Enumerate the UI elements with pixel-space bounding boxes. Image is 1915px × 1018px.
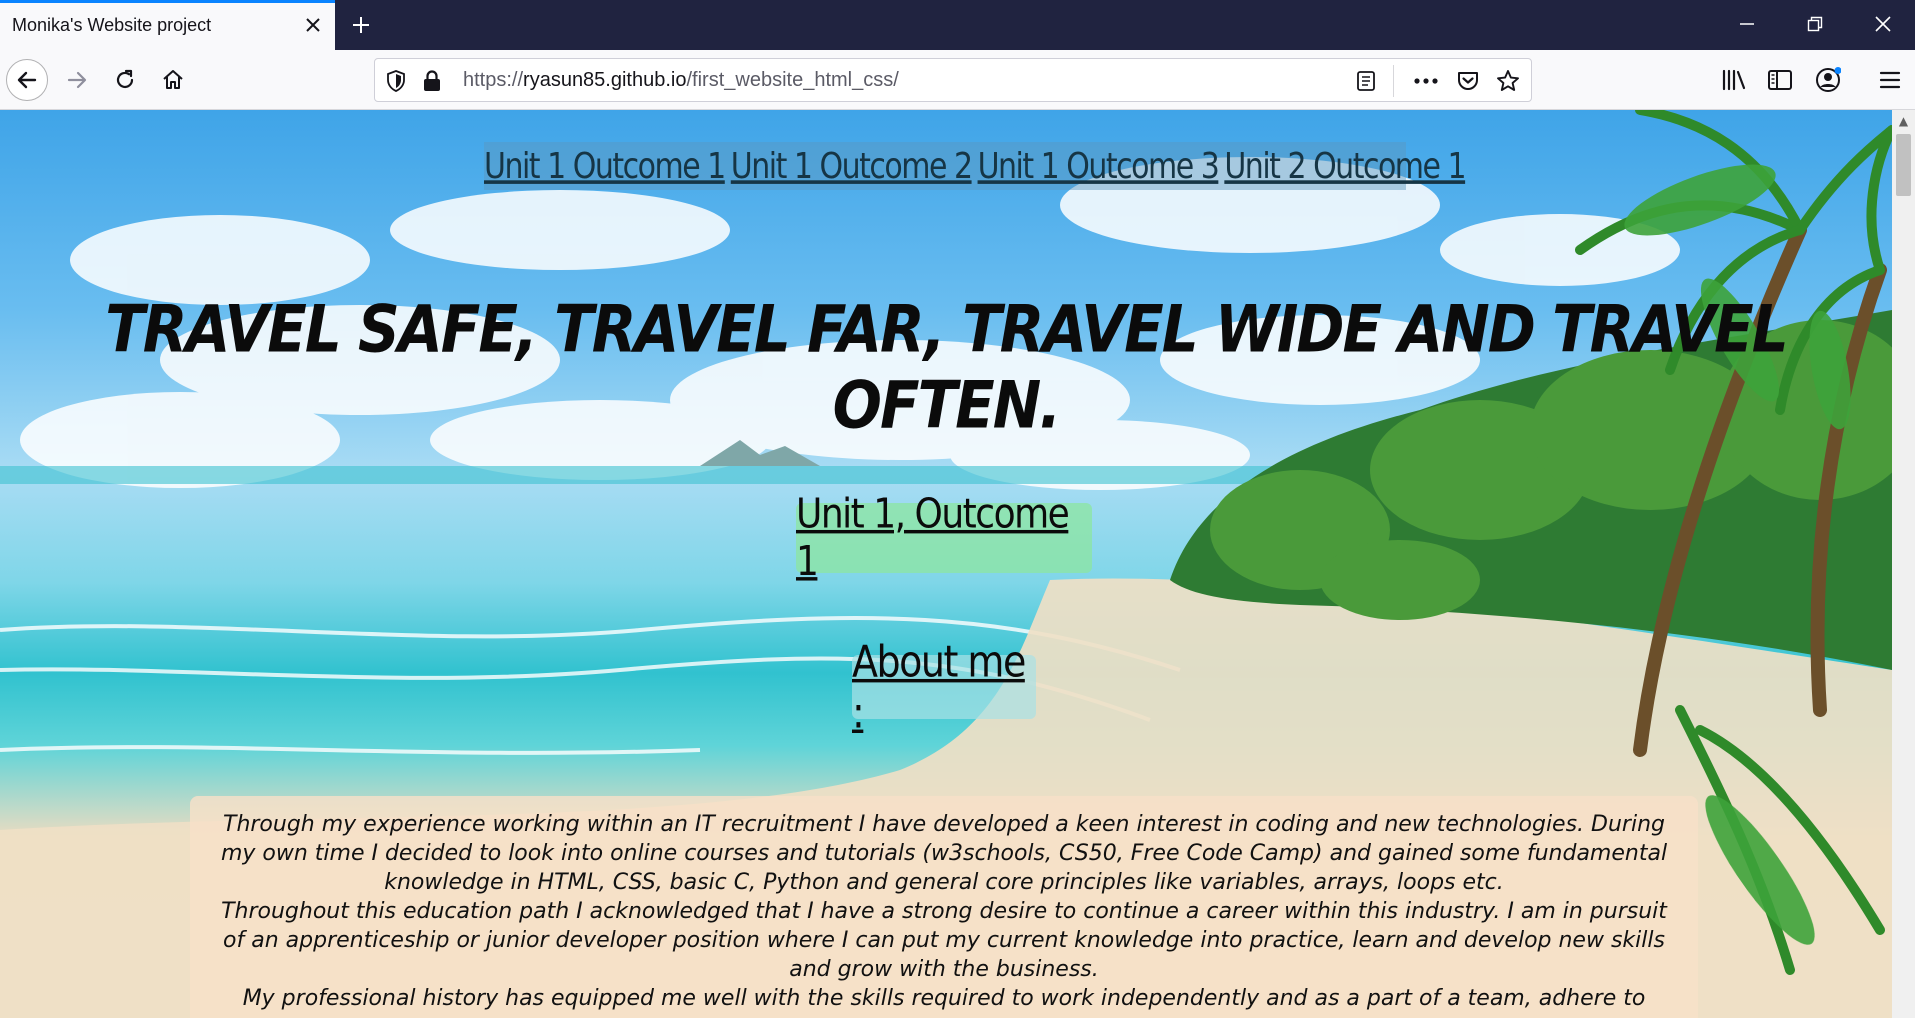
more-icon[interactable] <box>1413 68 1439 94</box>
url-text[interactable]: https://ryasun85.github.io/first_website… <box>463 69 899 92</box>
tab-title: Monika's Website project <box>12 15 212 35</box>
scrollbar-thumb[interactable] <box>1896 134 1911 196</box>
library-icon[interactable] <box>1716 62 1752 98</box>
top-navigation-menu: Unit 1 Outcome 1 Unit 1 Outcome 2 Unit 1… <box>484 142 1467 190</box>
about-me-text: Through my experience working within an … <box>218 810 1670 1013</box>
url-divider <box>1393 65 1394 97</box>
back-icon[interactable] <box>6 59 48 101</box>
about-me-box: Through my experience working within an … <box>190 796 1698 1018</box>
navigation-toolbar: https://ryasun85.github.io/first_website… <box>0 50 1915 110</box>
about-heading: About me : <box>852 636 1036 738</box>
reload-icon[interactable] <box>104 59 146 101</box>
minimize-icon[interactable] <box>1712 0 1782 48</box>
page-headline: Travel safe, travel far, travel wide and… <box>105 290 1789 444</box>
reader-view-icon[interactable] <box>1353 68 1379 94</box>
nav-link-unit2-outcome1[interactable]: Unit 2 Outcome 1 <box>1224 145 1466 187</box>
nav-link-unit1-outcome3[interactable]: Unit 1 Outcome 3 <box>978 145 1220 187</box>
nav-link-unit1-outcome2[interactable]: Unit 1 Outcome 2 <box>731 145 973 187</box>
star-icon[interactable] <box>1495 68 1521 94</box>
section-heading: Unit 1, Outcome 1 <box>796 491 1092 585</box>
url-host: ryasun85.github.io <box>523 69 687 91</box>
vertical-scrollbar[interactable]: ▲ <box>1892 110 1915 1018</box>
pocket-icon[interactable] <box>1455 68 1481 94</box>
url-path: /first_website_html_css/ <box>686 69 899 91</box>
section-heading-text: Unit 1, Outcome 1 <box>796 490 1070 586</box>
url-scheme: https:// <box>463 69 524 91</box>
about-heading-text: About me : <box>852 636 1026 738</box>
forward-icon[interactable] <box>56 59 98 101</box>
about-paragraph: My professional history has equipped me … <box>242 986 1646 1011</box>
window-close-icon[interactable] <box>1848 0 1915 48</box>
address-bar[interactable]: https://ryasun85.github.io/first_website… <box>374 58 1532 102</box>
active-tab[interactable]: Monika's Website project <box>0 0 335 50</box>
scroll-up-icon[interactable]: ▲ <box>1892 110 1915 132</box>
plus-icon[interactable] <box>344 8 378 42</box>
sidebar-icon[interactable] <box>1762 62 1798 98</box>
lock-icon[interactable] <box>419 68 445 94</box>
close-icon[interactable] <box>299 11 327 39</box>
page-viewport: Unit 1 Outcome 1 Unit 1 Outcome 2 Unit 1… <box>0 110 1892 1018</box>
home-icon[interactable] <box>152 59 194 101</box>
about-paragraph: Throughout this education path I acknowl… <box>221 899 1667 982</box>
tab-strip: Monika's Website project <box>0 0 1915 50</box>
shield-icon[interactable] <box>383 68 409 94</box>
menu-icon[interactable] <box>1872 62 1908 98</box>
about-paragraph: Through my experience working within an … <box>220 812 1668 895</box>
account-icon[interactable] <box>1810 62 1846 98</box>
restore-icon[interactable] <box>1780 0 1850 48</box>
nav-link-unit1-outcome1[interactable]: Unit 1 Outcome 1 <box>484 145 726 187</box>
